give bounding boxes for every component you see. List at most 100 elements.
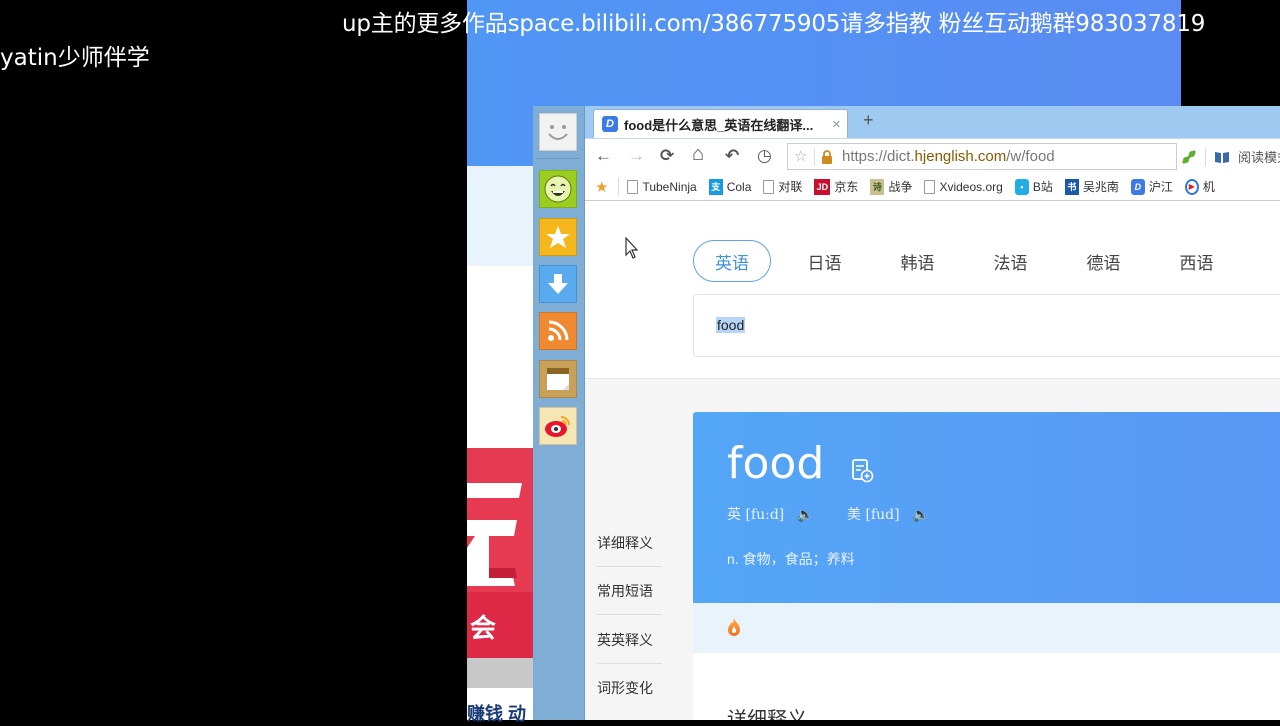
background-light-band [467, 166, 533, 266]
bookmarks-bar: ★ TubeNinja 支 Cola 对联 JD 京东 诗战争 Xvideos.or… [585, 173, 1280, 201]
book-icon: 书 [1064, 178, 1079, 195]
undo-icon[interactable]: ↶ [725, 146, 739, 166]
search-input[interactable]: food [693, 294, 1280, 357]
section-title: 详细释义 [727, 709, 807, 720]
toolbar-right: 阅读模式 [1181, 147, 1280, 166]
background-bottom-text: 赚钱 动 [467, 704, 527, 724]
result-area: 详细释义 常用短语 英英释义 词形变化 food 英 [fuːd] 🔈 美 [f… [585, 379, 1280, 720]
browser-window: D food是什么意思_英语在线翻译... × + ← → ⟳ ⌂ ↶ ◷ ☆ … [585, 106, 1280, 720]
tab-bar: D food是什么意思_英语在线翻译... × + [585, 106, 1280, 138]
bookmark-label: Xvideos.org [939, 179, 1003, 194]
navigation-bar: ← → ⟳ ⌂ ↶ ◷ ☆ https://dict.hjenglish.com… [585, 138, 1280, 173]
tab-german[interactable]: 德语 [1057, 240, 1150, 282]
language-selector-area: 英语 日语 韩语 法语 德语 西语 food [585, 202, 1280, 379]
tab-japanese[interactable]: 日语 [778, 240, 871, 282]
pronunciation-us: 美 [fud] 🔈 [847, 504, 929, 524]
pronunciation-uk: 英 [fuːd] 🔈 [727, 504, 814, 524]
tab-korean[interactable]: 韩语 [871, 240, 964, 282]
video-overlay-caption: yatin少师伴学 [0, 45, 150, 71]
page-icon [763, 179, 775, 194]
bookmark-label: 沪江 [1148, 180, 1173, 194]
url-text: https://dict.hjenglish.com/w/food [842, 148, 1055, 165]
smiley-face-icon[interactable] [539, 113, 577, 151]
plugin-connect-icon[interactable] [1181, 149, 1197, 165]
mouse-cursor-icon [625, 237, 639, 259]
bilibili-icon: ▪ [1014, 178, 1029, 195]
bookmark-label: 战争 [888, 180, 913, 194]
headword: food [727, 438, 825, 489]
bookmark-item[interactable]: 对联 [763, 178, 802, 195]
bookmark-item[interactable]: 书吴兆南 [1064, 178, 1119, 195]
tab-french[interactable]: 法语 [964, 240, 1057, 282]
detail-section: 详细释义 [693, 653, 1280, 720]
tab-spanish[interactable]: 西语 [1150, 240, 1243, 282]
bookmark-item[interactable]: Xvideos.org [924, 179, 1003, 194]
bookmark-star-icon[interactable]: ☆ [794, 147, 807, 165]
bookmarks-separator [618, 177, 620, 196]
history-clock-icon[interactable]: ◷ [757, 146, 772, 166]
hot-words-strip [693, 603, 1280, 653]
nav-common-phrases[interactable]: 常用短语 [597, 567, 662, 615]
home-icon[interactable]: ⌂ [692, 143, 704, 166]
url-separator [814, 148, 815, 166]
favorites-star-icon[interactable]: ★ [595, 178, 608, 196]
close-icon[interactable]: × [832, 116, 841, 133]
pronunciation-uk-text: 英 [fuːd] [727, 507, 785, 523]
bookmark-item[interactable]: D 沪江 [1130, 178, 1173, 195]
bookmark-label: Cola [726, 179, 752, 194]
language-tabs: 英语 日语 韩语 法语 德语 西语 [693, 240, 1243, 282]
bookmark-label: B站 [1032, 180, 1053, 194]
bookmark-item[interactable]: JD 京东 [814, 178, 858, 195]
forward-arrow-icon[interactable]: → [628, 146, 645, 166]
background-gray-bar [467, 658, 533, 688]
banner-text: 会 [470, 613, 497, 643]
reload-icon[interactable]: ⟳ [660, 146, 674, 166]
side-dock [533, 106, 585, 720]
hujiang-icon: D [1130, 178, 1145, 195]
pronunciation-us-text: 美 [fud] [847, 507, 900, 523]
bookmark-item[interactable]: ▪ B站 [1014, 178, 1053, 195]
play-icon: ▶ [1184, 178, 1199, 195]
bookmark-item[interactable]: 诗战争 [870, 178, 912, 195]
download-arrow-icon[interactable] [539, 265, 577, 303]
add-to-wordbook-icon[interactable] [850, 458, 876, 484]
new-tab-button[interactable]: + [863, 110, 874, 131]
nav-english-definition[interactable]: 英英释义 [597, 616, 662, 664]
favorites-star-icon[interactable] [539, 218, 577, 256]
reading-mode-book-icon [1215, 151, 1229, 163]
bookmark-label: 吴兆南 [1082, 180, 1119, 194]
short-definition: n. 食物，食品；养料 [727, 551, 855, 567]
toolbar-separator [1205, 147, 1206, 166]
jd-icon: JD [814, 178, 831, 195]
speaker-icon[interactable]: 🔈 [912, 507, 929, 523]
back-arrow-icon[interactable]: ← [595, 146, 612, 166]
hujiang-favicon-icon: D [602, 116, 618, 132]
weibo-icon[interactable] [539, 407, 577, 445]
sticky-note-icon[interactable] [539, 360, 577, 398]
tab-english[interactable]: 英语 [693, 240, 771, 282]
nav-detailed-definition[interactable]: 详细释义 [597, 519, 662, 567]
laughing-emoji-icon[interactable] [539, 170, 577, 208]
page-icon [627, 179, 639, 194]
search-input-value: food [716, 317, 746, 333]
speaker-icon[interactable]: 🔈 [797, 507, 814, 523]
address-bar[interactable]: ☆ https://dict.hjenglish.com/w/food [787, 143, 1177, 170]
bookmark-label: TubeNinja [642, 179, 697, 194]
banner-glyph [467, 483, 522, 586]
page-content: 英语 日语 韩语 法语 德语 西语 food 详细释义 常用短语 英英释义 词形… [585, 202, 1280, 720]
section-nav: 详细释义 常用短语 英英释义 词形变化 [585, 379, 693, 720]
calligraphy-icon: 诗 [870, 178, 885, 195]
bookmark-item[interactable]: ▶ 机 [1184, 178, 1215, 195]
dock-separator [537, 158, 581, 159]
nav-word-forms[interactable]: 词形变化 [597, 664, 662, 712]
alipay-icon: 支 [708, 178, 723, 195]
tab-active[interactable]: D food是什么意思_英语在线翻译... × [593, 109, 848, 138]
bookmark-label: 机 [1202, 180, 1215, 194]
page-icon [924, 179, 936, 194]
word-card: food 英 [fuːd] 🔈 美 [fud] 🔈 n. 食物，食品；养料 [693, 412, 1280, 603]
lock-icon [822, 150, 832, 164]
bookmark-item[interactable]: TubeNinja [627, 179, 697, 194]
reading-mode-button[interactable]: 阅读模式 [1238, 147, 1280, 166]
bookmark-item[interactable]: 支 Cola [708, 178, 752, 195]
rss-feed-icon[interactable] [539, 312, 577, 350]
